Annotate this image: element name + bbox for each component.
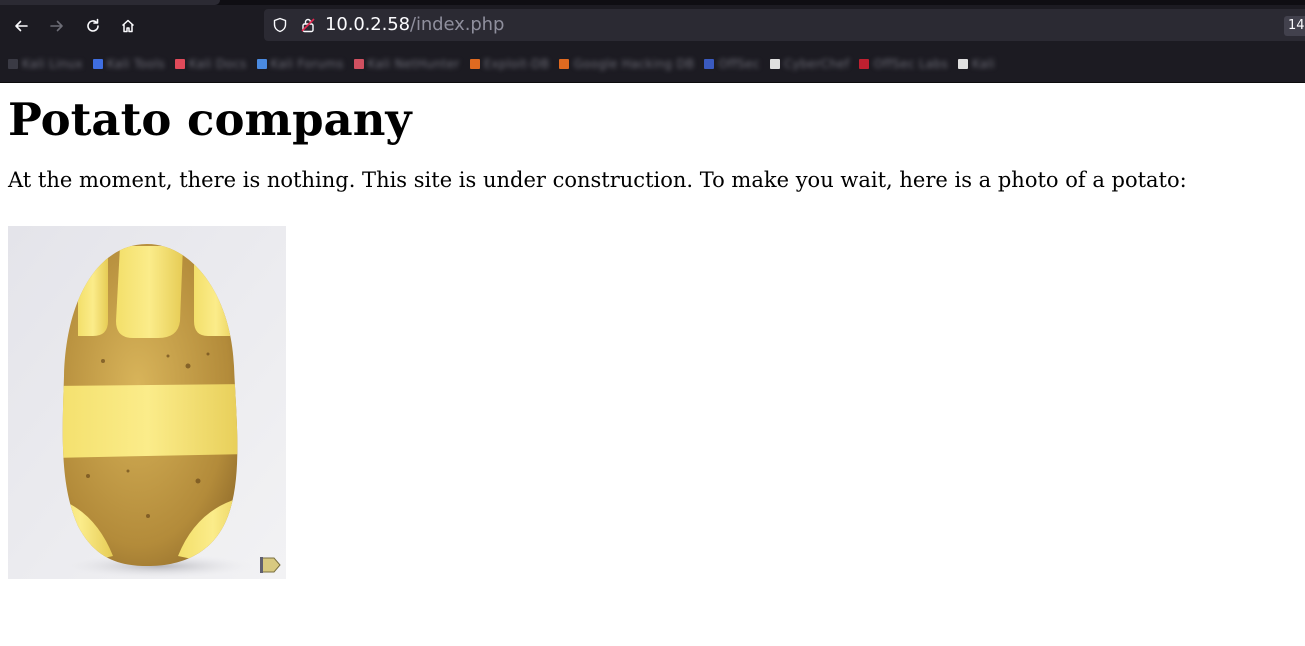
page-title: Potato company xyxy=(8,93,412,146)
bookmark-favicon-icon xyxy=(769,59,780,69)
bookmark-item[interactable]: Kali Docs xyxy=(174,55,247,73)
bookmark-item[interactable]: OffSec Labs xyxy=(859,55,948,73)
shield-icon[interactable] xyxy=(272,17,288,33)
home-button[interactable] xyxy=(114,12,142,40)
bookmark-label: Google Hacking DB xyxy=(573,57,695,71)
reload-icon xyxy=(87,18,99,32)
bookmark-favicon-icon xyxy=(559,59,570,69)
bookmark-label: OffSec xyxy=(718,57,760,71)
bookmark-item[interactable]: Kali Forums xyxy=(256,55,344,73)
bookmark-favicon-icon xyxy=(8,59,18,69)
bookmark-label: Kali Linux xyxy=(22,57,83,71)
bookmark-item[interactable]: Kali Tools xyxy=(92,55,165,73)
intro-text: At the moment, there is nothing. This si… xyxy=(8,168,1187,192)
active-tab-edge xyxy=(0,0,220,5)
bookmark-item[interactable]: Kali xyxy=(958,55,995,73)
bookmark-favicon-icon xyxy=(469,59,480,69)
bookmark-favicon-icon xyxy=(353,59,364,69)
bookmark-label: CyberChef xyxy=(783,57,850,71)
bookmark-item[interactable]: Kali NetHunter xyxy=(353,55,460,73)
page-content: Potato company At the moment, there is n… xyxy=(8,82,1298,579)
bookmark-label: Kali Tools xyxy=(106,57,165,71)
forward-icon xyxy=(50,20,63,32)
bookmark-item[interactable]: Google Hacking DB xyxy=(559,55,694,73)
potato-image xyxy=(8,226,286,579)
bookmark-item[interactable]: Exploit-DB xyxy=(469,55,550,73)
lock-icon[interactable] xyxy=(300,17,316,33)
bookmark-label: OffSec Labs xyxy=(873,57,948,71)
bookmark-label: Kali xyxy=(972,57,995,71)
bookmark-favicon-icon xyxy=(92,59,103,69)
forward-button[interactable] xyxy=(43,12,71,40)
browser-toolbar: 10.0.2.58/index.php 14 Kali Linux Kali To… xyxy=(0,0,1305,83)
bookmark-favicon-icon xyxy=(174,59,185,69)
bookmark-favicon-icon xyxy=(859,59,870,69)
address-bar[interactable]: 10.0.2.58/index.php xyxy=(264,9,1305,41)
back-button[interactable] xyxy=(7,12,35,40)
bookmark-label: Kali NetHunter xyxy=(367,57,460,71)
bookmark-label: Kali Docs xyxy=(188,57,247,71)
potato-photo xyxy=(8,226,286,579)
url-host: 10.0.2.58 xyxy=(325,14,410,35)
bookmark-favicon-icon xyxy=(958,59,968,69)
bookmark-favicon-icon xyxy=(256,59,267,69)
bookmark-label: Exploit-DB xyxy=(483,57,550,71)
bookmark-item[interactable]: OffSec xyxy=(704,55,759,73)
url-text[interactable]: 10.0.2.58/index.php xyxy=(325,14,504,35)
tab-strip xyxy=(0,0,1305,5)
bookmark-label: Kali Forums xyxy=(270,57,344,71)
bookmark-item[interactable]: Kali Linux xyxy=(8,55,83,73)
reload-button[interactable] xyxy=(79,12,107,40)
tab-count-badge[interactable]: 14 xyxy=(1284,16,1305,36)
home-icon xyxy=(121,19,135,33)
bookmark-favicon-icon xyxy=(704,59,715,69)
bookmarks-toolbar: Kali Linux Kali Tools Kali Docs Kali Forums… xyxy=(0,52,1305,76)
back-icon xyxy=(15,20,28,32)
url-path: /index.php xyxy=(409,14,505,35)
bookmark-item[interactable]: CyberChef xyxy=(769,55,850,73)
